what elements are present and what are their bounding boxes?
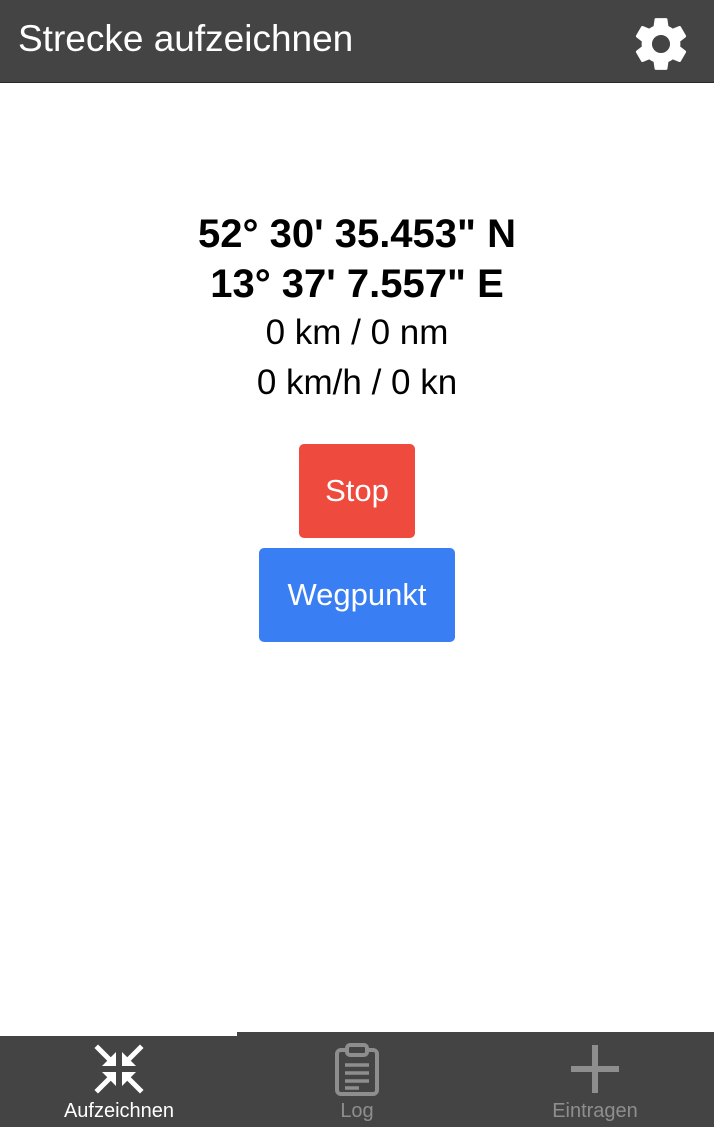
tab-label: Eintragen [552,1100,638,1122]
longitude-readout: 13° 37' 7.557" E [210,262,504,306]
top-app-bar: Strecke aufzeichnen [0,0,714,83]
waypoint-button[interactable]: Wegpunkt [259,548,455,642]
plus-icon [568,1042,622,1096]
app-screen: Strecke aufzeichnen 52° 30' 35.453" N 13… [0,0,714,1127]
tab-label: Aufzeichnen [63,1100,175,1122]
settings-button[interactable] [630,13,692,75]
tab-label: Log [340,1100,374,1122]
page-title: Strecke aufzeichnen [18,18,354,59]
clipboard-icon [330,1042,384,1096]
tab-eintragen[interactable]: Eintragen [476,1036,714,1127]
compress-arrows-icon [92,1042,146,1096]
distance-readout: 0 km / 0 nm [265,313,449,352]
speed-readout: 0 km/h / 0 kn [256,363,458,402]
tab-aufzeichnen[interactable]: Aufzeichnen [0,1036,238,1127]
tab-log[interactable]: Log [238,1036,476,1127]
stop-button[interactable]: Stop [299,444,415,538]
latitude-readout: 52° 30' 35.453" N [197,212,517,256]
bottom-tab-bar: Aufzeichnen Log Eintragen [0,1032,714,1127]
gear-icon [630,13,692,75]
